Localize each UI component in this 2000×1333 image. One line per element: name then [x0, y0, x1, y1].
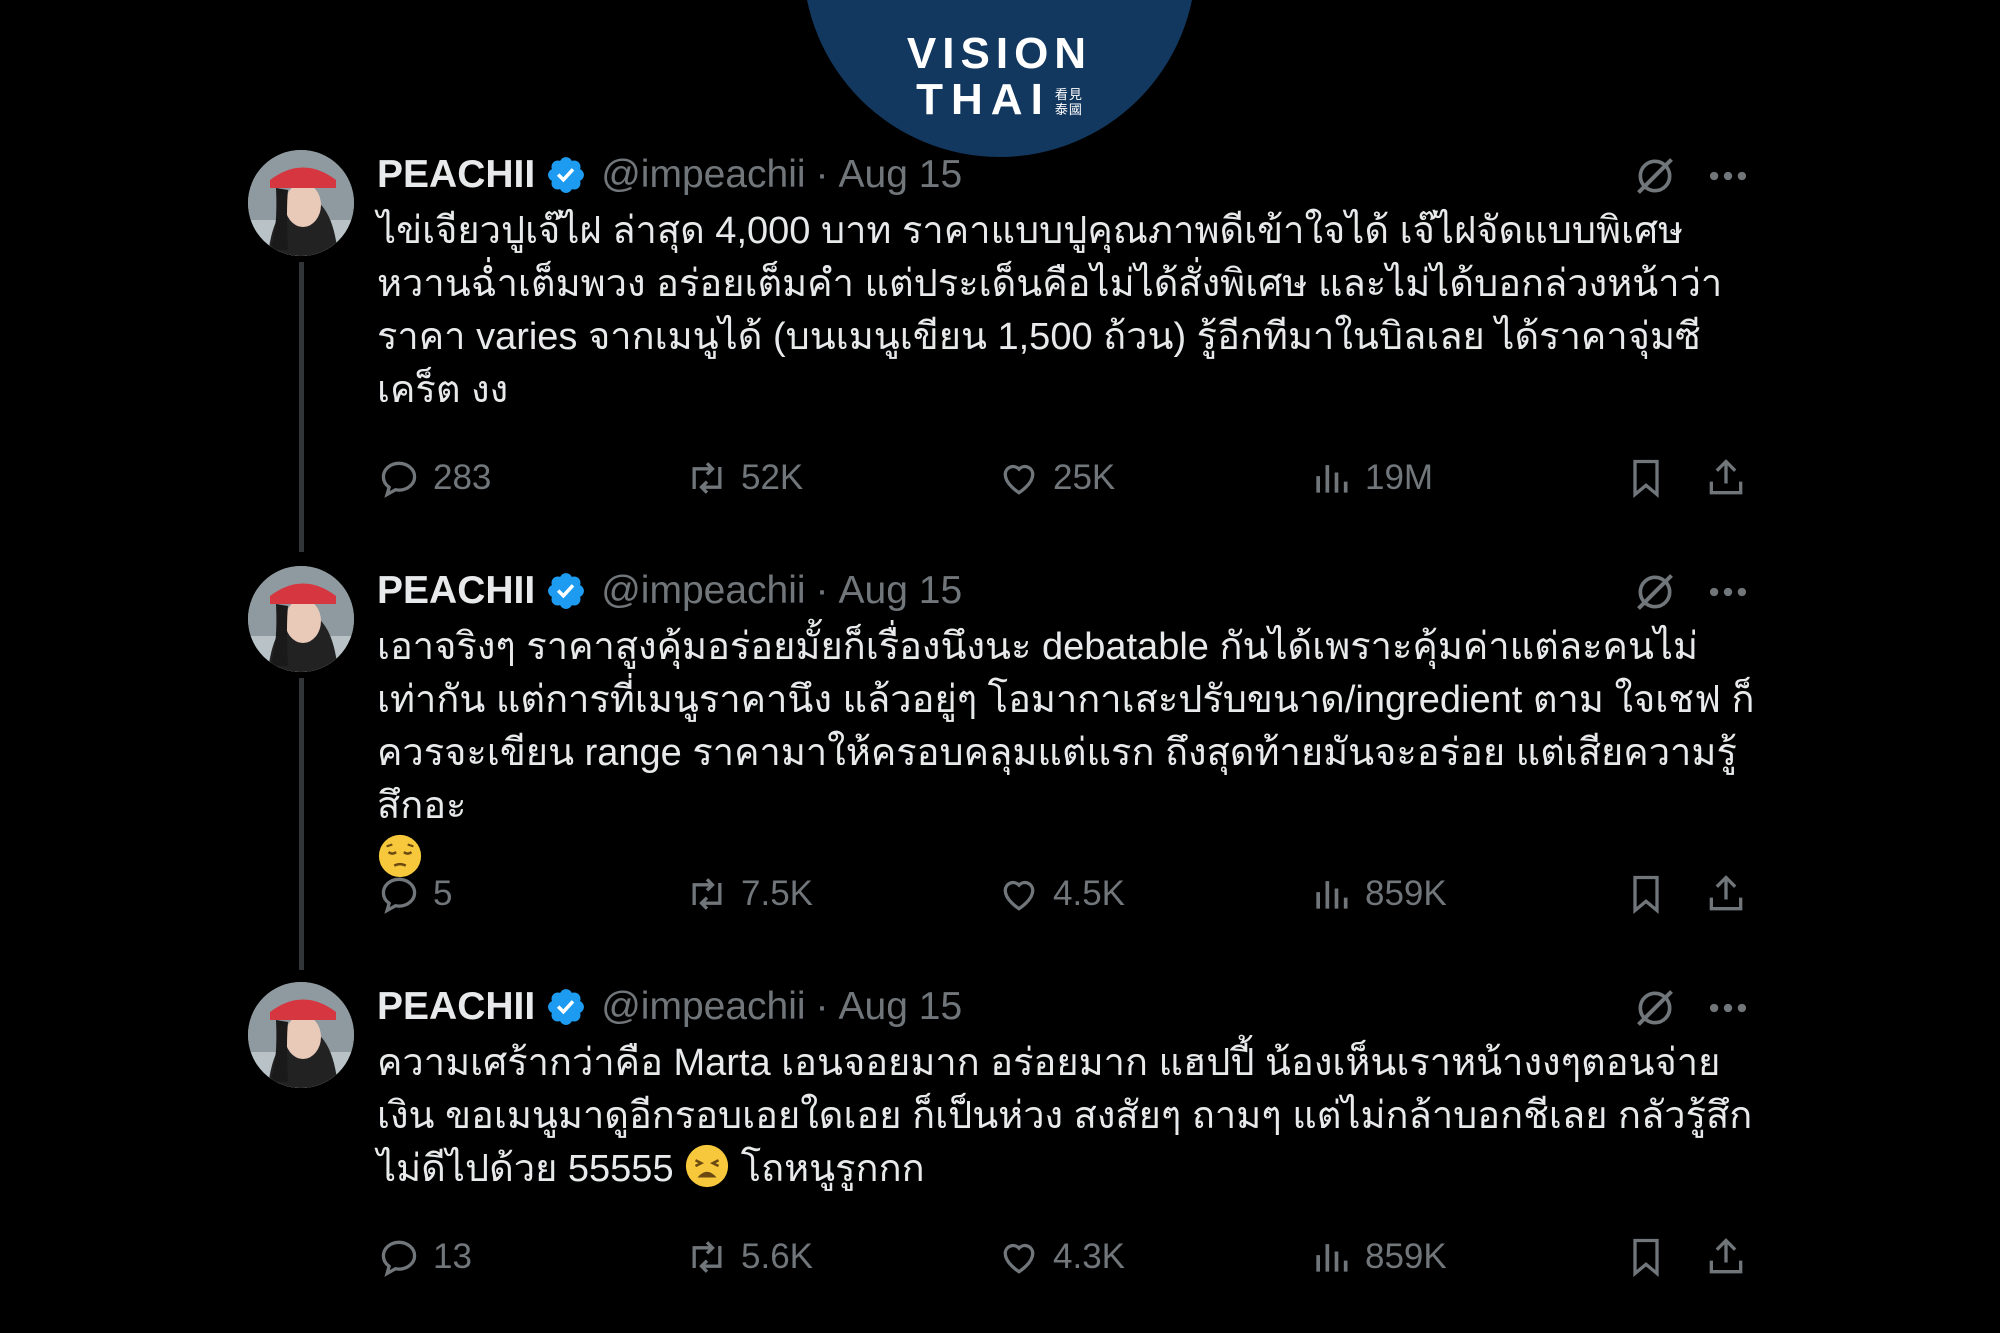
tweet-actions: 283 52K 25K 19M	[377, 448, 1757, 508]
views-count: 19M	[1365, 458, 1434, 497]
like-button[interactable]: 4.5K	[997, 864, 1125, 924]
share-icon	[1709, 459, 1743, 495]
tweet-text: ไข่เจียวปูเจ๊ไฝ ล่าสุด 4,000 บาท ราคาแบบ…	[377, 205, 1757, 417]
like-icon	[1003, 880, 1035, 911]
tweet-text-tail: โถหนูรูกกก	[740, 1148, 925, 1190]
thread-line	[299, 262, 304, 552]
logo-cjk-top: 看見	[1054, 87, 1083, 103]
verified-badge-icon	[548, 157, 585, 193]
bookmark-icon	[1633, 875, 1659, 915]
retweet-icon	[692, 462, 722, 494]
share-button[interactable]	[1704, 1227, 1748, 1287]
author-name[interactable]: PEACHII	[377, 985, 535, 1029]
avatar[interactable]	[248, 566, 354, 672]
logo-cjk-bottom: 泰國	[1054, 102, 1083, 118]
reply-icon	[381, 1240, 417, 1277]
share-button[interactable]	[1704, 448, 1748, 508]
tweet-actions: 5 7.5K 4.5K 859K	[377, 864, 1757, 924]
logo-line1: VISION	[906, 29, 1093, 78]
reply-icon	[381, 877, 417, 914]
separator-dot: ·	[815, 985, 829, 1028]
grok-icon[interactable]	[1633, 986, 1677, 1030]
bookmark-button[interactable]	[1624, 448, 1668, 508]
tweet-date[interactable]: Aug 15	[839, 985, 963, 1029]
like-icon	[1003, 1243, 1035, 1274]
views-button[interactable]: 859K	[1309, 1227, 1447, 1287]
author-handle[interactable]: @impeachii	[601, 153, 805, 197]
author-name[interactable]: PEACHII	[377, 153, 535, 197]
views-count: 859K	[1365, 874, 1447, 913]
bookmark-icon	[1633, 459, 1659, 499]
retweet-count: 52K	[741, 458, 804, 497]
tweet-date[interactable]: Aug 15	[839, 153, 963, 197]
views-count: 859K	[1365, 1237, 1447, 1276]
tweet-text: เอาจริงๆ ราคาสูงคุ้มอร่อยมั้ยก็เรื่องนึง…	[377, 621, 1757, 886]
retweet-button[interactable]: 52K	[685, 448, 803, 508]
share-button[interactable]	[1704, 864, 1748, 924]
reply-button[interactable]: 13	[377, 1227, 472, 1287]
bookmark-icon	[1633, 1238, 1659, 1278]
grok-icon[interactable]	[1633, 570, 1677, 614]
like-count: 4.5K	[1053, 874, 1125, 913]
tweet-date[interactable]: Aug 15	[839, 569, 963, 613]
author-handle[interactable]: @impeachii	[601, 569, 805, 613]
share-icon	[1709, 875, 1743, 911]
retweet-icon	[692, 1241, 722, 1273]
reply-count: 283	[433, 458, 492, 497]
tweet-text-content: ความเศร้ากว่าคือ Marta เอนจอยมาก อร่อยมา…	[377, 1042, 1753, 1190]
grok-icon[interactable]	[1633, 154, 1677, 198]
separator-dot: ·	[815, 153, 829, 196]
verified-badge-icon	[548, 573, 585, 609]
views-button[interactable]: 19M	[1309, 448, 1433, 508]
tweet-text-content: ไข่เจียวปูเจ๊ไฝ ล่าสุด 4,000 บาท ราคาแบบ…	[377, 210, 1723, 411]
tweet-text: ความเศร้ากว่าคือ Marta เอนจอยมาก อร่อยมา…	[377, 1037, 1757, 1196]
logo-line2: THAI	[916, 75, 1051, 124]
retweet-icon	[692, 878, 722, 910]
reply-button[interactable]: 283	[377, 448, 491, 508]
reply-count: 13	[433, 1237, 472, 1276]
reply-icon	[381, 461, 417, 498]
reply-count: 5	[433, 874, 453, 913]
reply-button[interactable]: 5	[377, 864, 452, 924]
views-button[interactable]: 859K	[1309, 864, 1447, 924]
like-count: 25K	[1053, 458, 1116, 497]
share-icon	[1709, 1238, 1743, 1274]
retweet-button[interactable]: 5.6K	[685, 1227, 813, 1287]
avatar[interactable]	[248, 150, 354, 256]
weary-face-emoji-icon	[686, 1144, 729, 1188]
views-icon	[1316, 1244, 1348, 1272]
like-button[interactable]: 4.3K	[997, 1227, 1125, 1287]
retweet-count: 5.6K	[741, 1237, 813, 1276]
like-button[interactable]: 25K	[997, 448, 1115, 508]
views-icon	[1316, 881, 1348, 909]
more-icon[interactable]	[1703, 158, 1753, 194]
more-icon[interactable]	[1703, 574, 1753, 610]
like-icon	[1003, 464, 1035, 495]
tweet-actions: 13 5.6K 4.3K 859K	[377, 1227, 1757, 1287]
author-handle[interactable]: @impeachii	[601, 985, 805, 1029]
like-count: 4.3K	[1053, 1237, 1125, 1276]
views-icon	[1316, 465, 1348, 493]
separator-dot: ·	[815, 569, 829, 612]
avatar[interactable]	[248, 982, 354, 1088]
more-icon[interactable]	[1703, 990, 1753, 1026]
thread-line	[299, 678, 304, 970]
retweet-count: 7.5K	[741, 874, 813, 913]
retweet-button[interactable]: 7.5K	[685, 864, 813, 924]
verified-badge-icon	[548, 989, 585, 1025]
bookmark-button[interactable]	[1624, 864, 1668, 924]
author-name[interactable]: PEACHII	[377, 569, 535, 613]
vision-thai-logo: VISION THAI 看見 泰國	[803, 0, 1196, 157]
bookmark-button[interactable]	[1624, 1227, 1668, 1287]
tweet-text-content: เอาจริงๆ ราคาสูงคุ้มอร่อยมั้ยก็เรื่องนึง…	[377, 626, 1755, 827]
